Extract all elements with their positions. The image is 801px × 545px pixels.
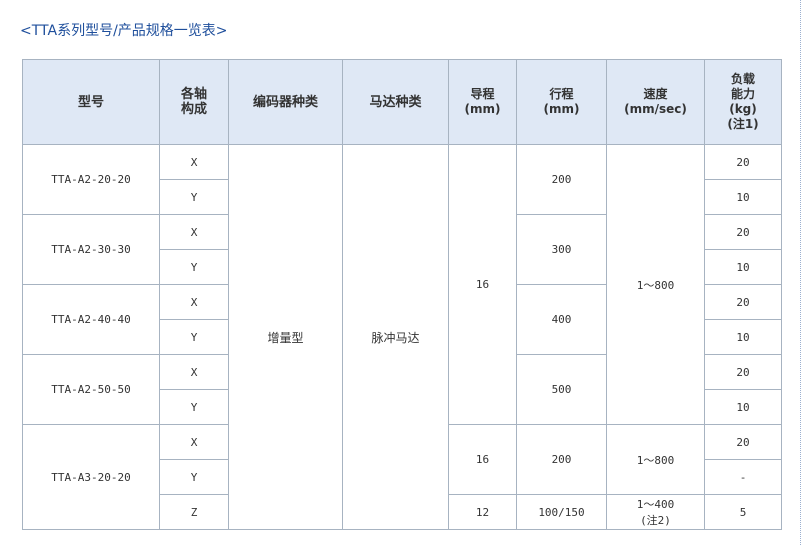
cell-axis: X bbox=[159, 354, 229, 390]
header-model: 型号 bbox=[22, 59, 160, 145]
cell-model: TTA-A2-50-50 bbox=[22, 354, 160, 425]
cell-payload: 10 bbox=[704, 249, 782, 285]
cell-payload: 20 bbox=[704, 424, 782, 460]
cell-axis: Y bbox=[159, 319, 229, 355]
cell-payload: 20 bbox=[704, 144, 782, 180]
cell-motor: 脉冲马达 bbox=[342, 144, 449, 530]
header-encoder: 编码器种类 bbox=[228, 59, 343, 145]
header-payload: 负载 能力 (kg) (注1) bbox=[704, 59, 782, 145]
cell-axis: Y bbox=[159, 179, 229, 215]
cell-model: TTA-A2-30-30 bbox=[22, 214, 160, 285]
cell-speed: 1～800 bbox=[606, 144, 705, 425]
cell-payload: 10 bbox=[704, 319, 782, 355]
header-axis: 各轴 构成 bbox=[159, 59, 229, 145]
header-lead: 导程 (mm) bbox=[448, 59, 517, 145]
cell-lead: 12 bbox=[448, 494, 517, 530]
cell-axis: X bbox=[159, 424, 229, 460]
cell-payload: 20 bbox=[704, 284, 782, 320]
cell-stroke: 500 bbox=[516, 354, 607, 425]
cell-payload: 20 bbox=[704, 214, 782, 250]
cell-axis: Y bbox=[159, 459, 229, 495]
cell-stroke: 100/150 bbox=[516, 494, 607, 530]
cell-lead: 16 bbox=[448, 144, 517, 425]
cell-stroke: 300 bbox=[516, 214, 607, 285]
cell-speed: 1～800 bbox=[606, 424, 705, 495]
header-speed: 速度 (mm/sec) bbox=[606, 59, 705, 145]
cell-encoder: 增量型 bbox=[228, 144, 343, 530]
cell-payload: - bbox=[704, 459, 782, 495]
cell-lead: 16 bbox=[448, 424, 517, 495]
spec-table: 型号 各轴 构成 编码器种类 马达种类 导程 (mm) 行程 (mm) 速度 (… bbox=[22, 59, 782, 530]
cell-stroke: 400 bbox=[516, 284, 607, 355]
spec-table-container: 型号 各轴 构成 编码器种类 马达种类 导程 (mm) 行程 (mm) 速度 (… bbox=[22, 59, 782, 530]
header-stroke: 行程 (mm) bbox=[516, 59, 607, 145]
cell-payload: 10 bbox=[704, 179, 782, 215]
table-header-row: 型号 各轴 构成 编码器种类 马达种类 导程 (mm) 行程 (mm) 速度 (… bbox=[22, 59, 782, 145]
table-row: TTA-A2-20-20 X 增量型 脉冲马达 16 200 1～800 20 bbox=[22, 144, 782, 530]
header-motor: 马达种类 bbox=[342, 59, 449, 145]
cell-axis: X bbox=[159, 144, 229, 180]
cell-model: TTA-A2-40-40 bbox=[22, 284, 160, 355]
cell-model: TTA-A3-20-20 bbox=[22, 424, 160, 530]
cell-payload: 5 bbox=[704, 494, 782, 530]
cell-axis: Z bbox=[159, 494, 229, 530]
cell-payload: 20 bbox=[704, 354, 782, 390]
page-title: <TTA系列型号/产品规格一览表> bbox=[20, 23, 228, 39]
cell-speed: 1～400 (注2) bbox=[606, 494, 705, 530]
cell-stroke: 200 bbox=[516, 424, 607, 495]
cell-payload: 10 bbox=[704, 389, 782, 425]
cell-axis: Y bbox=[159, 389, 229, 425]
cell-axis: Y bbox=[159, 249, 229, 285]
cell-stroke: 200 bbox=[516, 144, 607, 215]
cell-model: TTA-A2-20-20 bbox=[22, 144, 160, 215]
cell-axis: X bbox=[159, 284, 229, 320]
cell-axis: X bbox=[159, 214, 229, 250]
